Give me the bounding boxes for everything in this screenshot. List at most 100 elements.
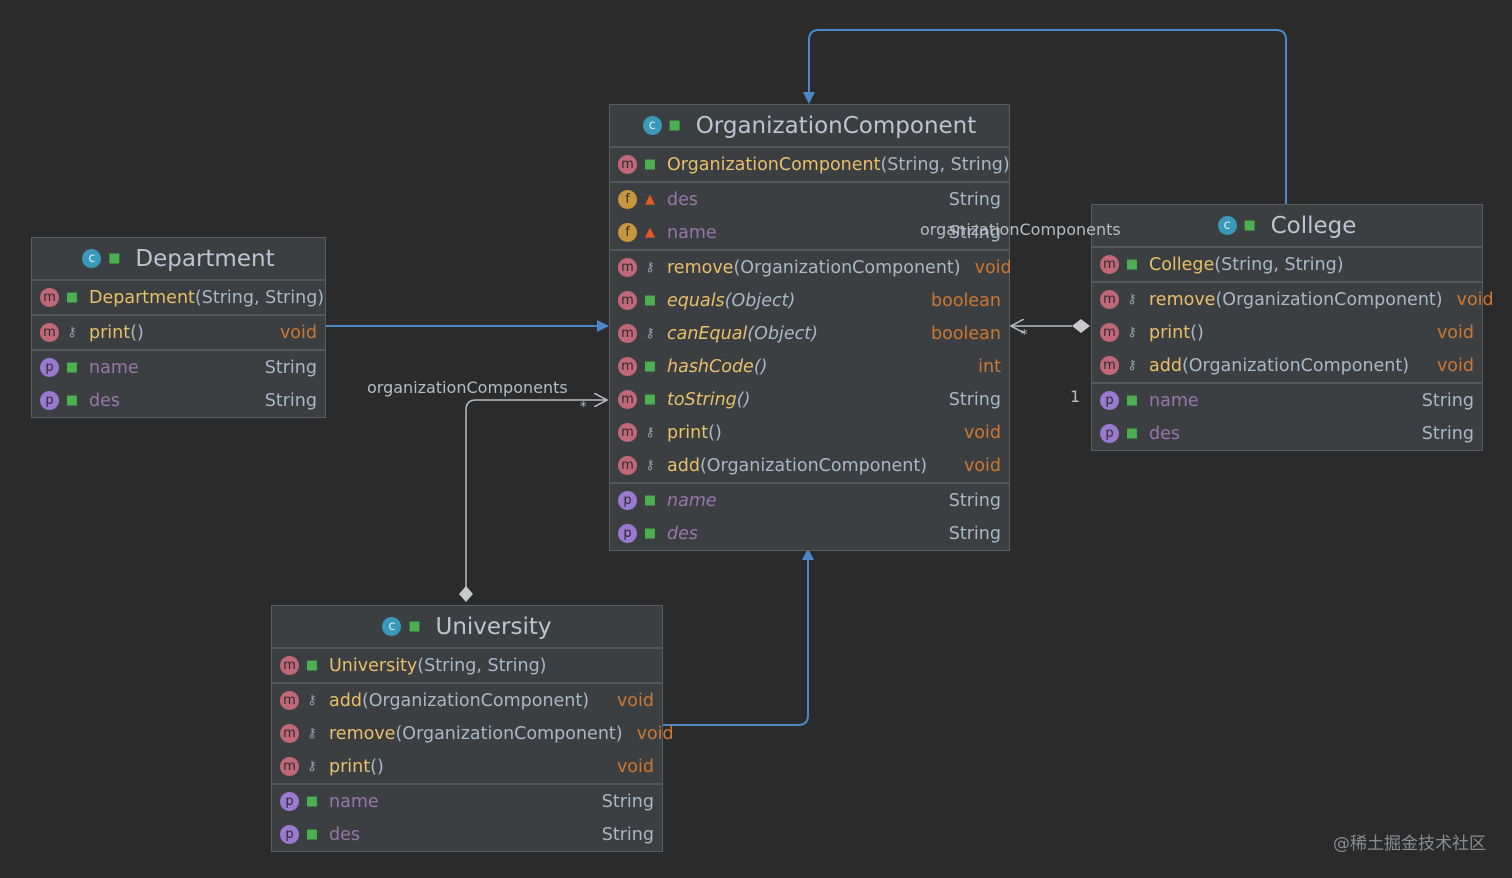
member-row[interactable]: m ⚷ print () void	[1092, 316, 1482, 349]
method-icon: m	[280, 656, 299, 675]
member-type: void	[279, 322, 317, 343]
member-row[interactable]: p ■ des String	[272, 818, 662, 851]
member-name: print	[89, 322, 131, 343]
member-row[interactable]: m ⚷ remove (OrganizationComponent) void	[272, 717, 674, 750]
protected-icon: ⚷	[67, 325, 77, 340]
member-name: name	[667, 222, 717, 243]
member-name: add	[329, 690, 362, 711]
member-name: name	[1149, 390, 1199, 411]
member-type: boolean	[931, 290, 1001, 311]
protected-icon: ⚷	[307, 726, 317, 741]
class-title: College	[1270, 212, 1357, 239]
class-section: m ■ University (String, String)	[272, 649, 662, 684]
class-organization-component[interactable]: c ■ OrganizationComponent m ■ Organization…	[609, 104, 1012, 551]
member-name: equals	[667, 290, 725, 311]
member-row[interactable]: p ■ des String	[1092, 417, 1482, 450]
property-icon: p	[618, 524, 637, 543]
member-row[interactable]: m ■ Department (String, String)	[32, 281, 325, 314]
public-icon: ■	[65, 393, 79, 408]
member-row[interactable]: p ■ name String	[272, 785, 662, 818]
member-row[interactable]: m ⚷ add (OrganizationComponent) void	[272, 684, 662, 717]
private-icon: ▲	[645, 225, 655, 240]
class-icon: c	[1217, 216, 1237, 235]
member-row[interactable]: m ■ equals (Object) boolean	[610, 284, 1009, 317]
class-header[interactable]: c ■ Department	[32, 238, 325, 281]
member-params: (OrganizationComponent)	[361, 690, 590, 711]
class-university[interactable]: c ■ University m ■ University (String, Str…	[271, 605, 674, 852]
method-icon: m	[1100, 255, 1119, 274]
public-icon: ■	[643, 359, 657, 374]
member-row[interactable]: m ■ OrganizationComponent (String, Strin…	[610, 148, 1010, 181]
member-row[interactable]: m ⚷ canEqual (Object) boolean	[610, 317, 1009, 350]
property-icon: p	[40, 391, 59, 410]
public-icon: ■	[305, 794, 319, 809]
member-name: print	[667, 422, 709, 443]
member-type: boolean	[931, 323, 1001, 344]
member-row[interactable]: p ■ des String	[610, 517, 1009, 550]
member-name: canEqual	[667, 323, 748, 344]
member-row[interactable]: m ⚷ print () void	[272, 750, 662, 783]
member-type: void	[636, 723, 674, 744]
member-row[interactable]: m ■ toString () String	[610, 383, 1009, 416]
class-section: p ■ name String p ■ des String	[32, 351, 325, 417]
member-row[interactable]: p ■ name String	[32, 351, 325, 384]
class-header[interactable]: c ■ OrganizationComponent	[610, 105, 1009, 148]
member-params: (OrganizationComponent)	[1215, 289, 1443, 310]
private-icon: ▲	[645, 192, 655, 207]
property-icon: p	[1100, 391, 1119, 410]
method-icon: m	[280, 691, 299, 710]
protected-icon: ⚷	[1127, 292, 1137, 307]
class-title: Department	[135, 245, 275, 272]
public-icon: ■	[408, 619, 421, 634]
university-multiplicity: *	[580, 400, 587, 415]
protected-icon: ⚷	[645, 458, 655, 473]
member-row[interactable]: m ⚷ print () void	[610, 416, 1009, 449]
class-header[interactable]: c ■ College	[1092, 205, 1482, 248]
university-inherits-edge	[663, 548, 814, 726]
member-row[interactable]: p ■ des String	[32, 384, 325, 417]
member-params: ()	[753, 356, 768, 377]
member-row[interactable]: m ⚷ add (OrganizationComponent) void	[610, 449, 1009, 482]
property-icon: p	[280, 792, 299, 811]
class-college[interactable]: c ■ College m ■ College (String, String) m…	[1091, 204, 1494, 451]
class-title: OrganizationComponent	[695, 112, 977, 139]
college-role-label: organizationComponents	[920, 220, 1121, 239]
public-icon: ■	[1243, 218, 1256, 233]
member-row[interactable]: m ■ College (String, String)	[1092, 248, 1482, 281]
class-section: p ■ name String p ■ des String	[272, 785, 662, 851]
member-row[interactable]: m ⚷ add (OrganizationComponent) void	[1092, 349, 1482, 382]
public-icon: ■	[643, 293, 657, 308]
public-icon: ■	[643, 392, 657, 407]
member-name: des	[89, 390, 120, 411]
university-role-label: organizationComponents	[367, 378, 568, 397]
member-row[interactable]: m ⚷ remove (OrganizationComponent) void	[610, 251, 1012, 284]
method-icon: m	[1100, 290, 1119, 309]
member-row[interactable]: p ■ name String	[1092, 384, 1482, 417]
member-row[interactable]: m ⚷ remove (OrganizationComponent) void	[1092, 283, 1494, 316]
member-row[interactable]: m ⚷ print () void	[32, 316, 325, 349]
member-row[interactable]: m ■ hashCode () int	[610, 350, 1009, 383]
class-department[interactable]: c ■ Department m ■ Department (String, Str…	[31, 237, 326, 418]
member-params: (Object)	[747, 323, 818, 344]
member-name: University	[329, 655, 418, 676]
member-name: name	[329, 791, 379, 812]
member-type: void	[1456, 289, 1494, 310]
protected-icon: ⚷	[307, 759, 317, 774]
member-type: int	[978, 356, 1001, 377]
method-icon: m	[618, 456, 637, 475]
member-params: (OrganizationComponent)	[733, 257, 961, 278]
university-diamond	[459, 586, 473, 602]
member-name: hashCode	[667, 356, 754, 377]
property-icon: p	[280, 825, 299, 844]
property-icon: p	[1100, 424, 1119, 443]
member-row[interactable]: p ■ name String	[610, 484, 1009, 517]
member-params: (OrganizationComponent)	[395, 723, 623, 744]
class-header[interactable]: c ■ University	[272, 606, 662, 649]
class-section: m ⚷ remove (OrganizationComponent) void …	[1092, 283, 1494, 384]
method-icon: m	[618, 357, 637, 376]
member-row[interactable]: m ■ University (String, String)	[272, 649, 662, 682]
class-icon: c	[382, 617, 402, 636]
method-icon: m	[280, 724, 299, 743]
public-icon: ■	[643, 493, 657, 508]
member-row[interactable]: f ▲ des String	[610, 183, 1009, 216]
